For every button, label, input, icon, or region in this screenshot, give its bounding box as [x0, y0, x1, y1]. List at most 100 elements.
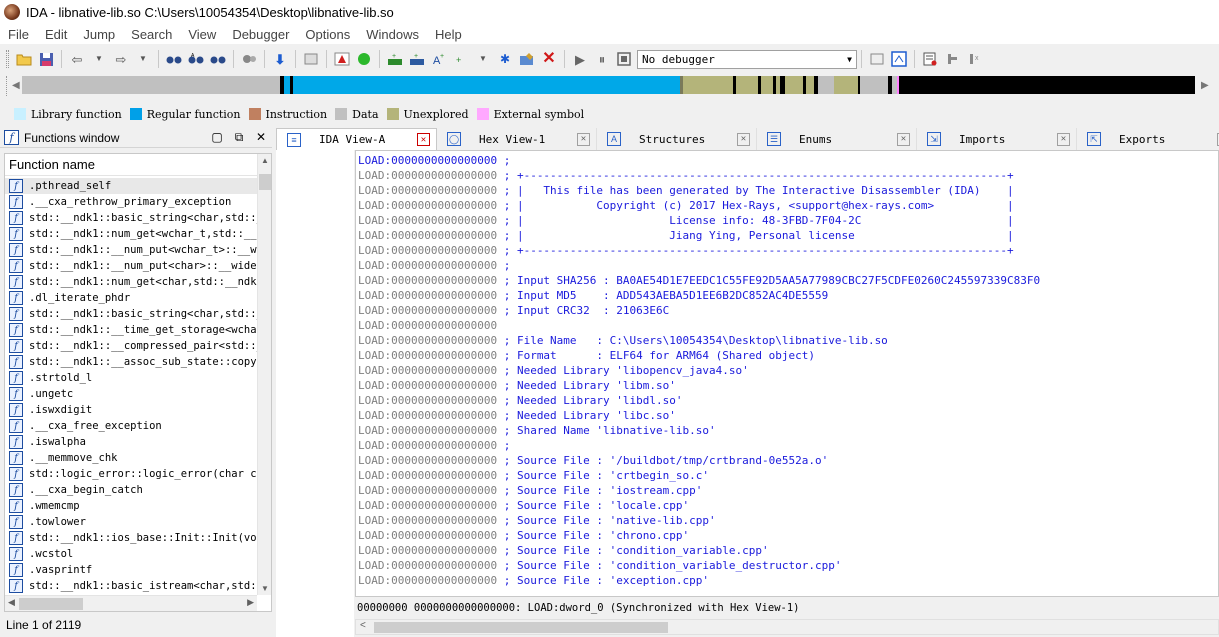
graph-overview-icon[interactable] [301, 49, 321, 69]
menu-windows[interactable]: Windows [358, 27, 427, 42]
functions-list[interactable]: Function name f .pthread_self f .__cxa_reth… [4, 153, 272, 612]
toolbar-grip[interactable] [6, 50, 9, 68]
disassembly-line[interactable]: LOAD:0000000000000000 [358, 318, 1040, 333]
debugger-options-icon[interactable] [867, 49, 887, 69]
function-list-item[interactable]: f .strtold_l [5, 370, 257, 386]
tab-imports[interactable]: ⇲ Imports ✕ [917, 128, 1077, 150]
disassembly-line[interactable]: LOAD:0000000000000000 ; Format : ELF64 f… [358, 348, 1040, 363]
function-list-item[interactable]: f .iswalpha [5, 434, 257, 450]
scroll-right-icon[interactable]: ▶ [247, 597, 254, 608]
menu-view[interactable]: View [180, 27, 224, 42]
warning-icon[interactable] [332, 49, 352, 69]
function-list-item[interactable]: f .__cxa_rethrow_primary_exception [5, 194, 257, 210]
debugger-select[interactable]: No debugger ▼ [637, 49, 857, 69]
disassembly-line[interactable]: LOAD:0000000000000000 ; Needed Library '… [358, 408, 1040, 423]
menu-help[interactable]: Help [427, 27, 470, 42]
disassembly-line[interactable]: LOAD:0000000000000000 ; Needed Library '… [358, 378, 1040, 393]
disassembly-line[interactable]: LOAD:0000000000000000 ; Shared Name 'lib… [358, 423, 1040, 438]
tab-structures[interactable]: A Structures ✕ [597, 128, 757, 150]
function-list-item[interactable]: f std::__ndk1::__compressed_pair<std::__ [5, 338, 257, 354]
close-icon[interactable]: ✕ [1057, 132, 1070, 146]
disassembly-line[interactable]: LOAD:0000000000000000 ; File Name : C:\U… [358, 333, 1040, 348]
disassembly-line[interactable]: LOAD:0000000000000000 ; +---------------… [358, 243, 1040, 258]
disassembly-line[interactable]: LOAD:0000000000000000 ; [358, 153, 1040, 168]
function-list-item[interactable]: f std::__ndk1::__time_get_storage<wchar_ [5, 322, 257, 338]
disassembly-line[interactable]: LOAD:0000000000000000 ; Source File : 'c… [358, 528, 1040, 543]
start-process-icon[interactable]: ▶ [570, 49, 590, 69]
scrollbar-thumb[interactable] [374, 622, 668, 633]
tab-ida-view-a[interactable]: ≡ IDA View-A ✕ [276, 128, 437, 150]
tab-exports[interactable]: ⇱ Exports ✕ [1077, 128, 1219, 150]
disassembly-line[interactable]: LOAD:0000000000000000 ; Source File : '/… [358, 453, 1040, 468]
function-list-item[interactable]: f .wmemcmp [5, 498, 257, 514]
disassembly-line[interactable]: LOAD:0000000000000000 ; | This file has … [358, 183, 1040, 198]
binoculars-text-icon[interactable] [164, 49, 184, 69]
breakpoint-list-icon[interactable] [920, 49, 940, 69]
jump-down-icon[interactable]: ⬇ [270, 49, 290, 69]
function-list-item[interactable]: f .wcstol [5, 546, 257, 562]
scroll-down-icon[interactable]: ▼ [258, 584, 271, 593]
menu-debugger[interactable]: Debugger [224, 27, 297, 42]
disassembly-line[interactable]: LOAD:0000000000000000 ; Source File : 'e… [358, 573, 1040, 588]
pause-process-icon[interactable]: ⏸ [592, 49, 612, 69]
run-green-icon[interactable] [354, 49, 374, 69]
make-code-icon[interactable]: + [385, 49, 405, 69]
disassembly-line[interactable]: LOAD:0000000000000000 ; Source File : 'l… [358, 498, 1040, 513]
function-list-item[interactable]: f .__cxa_free_exception [5, 418, 257, 434]
function-list-item[interactable]: f std::__ndk1::ios_base::Init::Init(voi [5, 530, 257, 546]
remove-breakpoint-icon[interactable]: x [964, 49, 984, 69]
scroll-up-icon[interactable]: ▲ [258, 156, 271, 165]
function-list-item[interactable]: f .vasprintf [5, 562, 257, 578]
function-list-item[interactable]: f std::__ndk1::basic_string<char,std::__ [5, 210, 257, 226]
function-list-item[interactable]: f std::__ndk1::num_get<wchar_t,std::__nd [5, 226, 257, 242]
function-list-item[interactable]: f .towlower [5, 514, 257, 530]
disassembly-line[interactable]: LOAD:0000000000000000 ; Input SHA256 : B… [358, 273, 1040, 288]
tab-enums[interactable]: ☰ Enums ✕ [757, 128, 917, 150]
close-icon[interactable]: ✕ [897, 132, 910, 146]
function-list-item[interactable]: f std::__ndk1::__num_put<char>::__widen_ [5, 258, 257, 274]
disassembly-line[interactable]: LOAD:0000000000000000 ; [358, 258, 1040, 273]
navband-left-arrow-icon[interactable]: ◀ [12, 80, 20, 91]
scrollbar-thumb[interactable] [19, 598, 83, 610]
scroll-left-icon[interactable]: < [360, 620, 366, 631]
minimize-icon[interactable]: ▢ [206, 130, 228, 145]
functions-vertical-scrollbar[interactable]: ▲ ▼ [257, 154, 271, 595]
make-array-icon[interactable]: + [451, 49, 471, 69]
search-next-icon[interactable] [239, 49, 259, 69]
function-name-column-header[interactable]: Function name [5, 154, 271, 176]
struct-var-icon[interactable]: ✱ [495, 49, 515, 69]
function-list-item[interactable]: f .dl_iterate_phdr [5, 290, 257, 306]
disassembly-line[interactable]: LOAD:0000000000000000 ; Source File : 'n… [358, 513, 1040, 528]
close-icon[interactable]: ✕ [250, 130, 272, 145]
function-list-item[interactable]: f std::__ndk1::num_get<char,std::__ndk1: [5, 274, 257, 290]
menu-file[interactable]: File [0, 27, 37, 42]
scrollbar-thumb[interactable] [259, 174, 271, 190]
disassembly-line[interactable]: LOAD:0000000000000000 ; | License info: … [358, 213, 1040, 228]
binoculars-immediate-icon[interactable] [208, 49, 228, 69]
float-window-icon[interactable]: ⧉ [228, 130, 250, 145]
switch-debugger-icon[interactable] [889, 49, 909, 69]
disassembly-line[interactable]: LOAD:0000000000000000 ; [358, 438, 1040, 453]
function-list-item[interactable]: f .ungetc [5, 386, 257, 402]
add-breakpoint-icon[interactable] [942, 49, 962, 69]
function-list-item[interactable]: f .iswxdigit [5, 402, 257, 418]
disassembly-line[interactable]: LOAD:0000000000000000 ; +---------------… [358, 168, 1040, 183]
close-icon[interactable]: ✕ [737, 132, 750, 146]
stop-process-icon[interactable] [614, 49, 634, 69]
disassembly-horizontal-scrollbar[interactable]: < [355, 619, 1219, 635]
forward-arrow-icon[interactable]: ⇨ [111, 49, 131, 69]
edit-function-icon[interactable] [517, 49, 537, 69]
disassembly-line[interactable]: LOAD:0000000000000000 ; Input CRC32 : 21… [358, 303, 1040, 318]
function-list-item[interactable]: f .__cxa_begin_catch [5, 482, 257, 498]
function-list-item[interactable]: f std::__ndk1::__assoc_sub_state::copy(v [5, 354, 257, 370]
close-icon[interactable]: ✕ [417, 133, 430, 146]
function-list-item[interactable]: f std::logic_error::logic_error(char con [5, 466, 257, 482]
navband-right-arrow-icon[interactable]: ▶ [1201, 80, 1209, 91]
forward-dropdown-icon[interactable]: ▼ [133, 49, 153, 69]
disassembly-line[interactable]: LOAD:0000000000000000 ; Source File : 'i… [358, 483, 1040, 498]
scroll-left-icon[interactable]: ◀ [8, 597, 15, 608]
disassembly-line[interactable]: LOAD:0000000000000000 ; Source File : 'c… [358, 558, 1040, 573]
save-icon[interactable] [36, 49, 56, 69]
back-dropdown-icon[interactable]: ▼ [89, 49, 109, 69]
undefine-icon[interactable]: ✕ [539, 49, 559, 69]
